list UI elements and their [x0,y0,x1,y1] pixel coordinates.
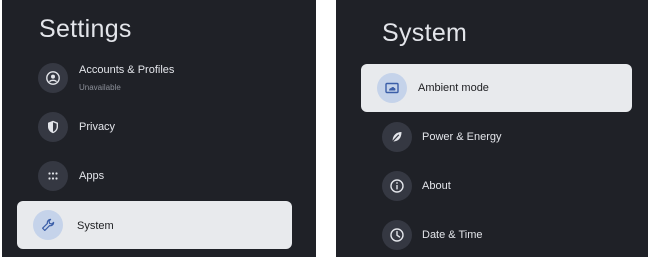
menu-item-about[interactable]: About [361,166,632,206]
menu-item-power-energy[interactable]: Power & Energy [361,117,632,157]
account-icon [38,63,68,93]
menu-item-accounts-profiles[interactable]: Accounts & Profiles Unavailable [22,55,292,101]
system-title: System [382,19,468,47]
leaf-icon [382,122,412,152]
wrench-icon [33,210,63,240]
about-label: About [422,180,451,192]
system-label: System [77,220,114,232]
menu-item-system[interactable]: System [17,201,292,249]
accounts-profiles-label: Accounts & Profiles [79,64,175,76]
ambient-mode-label: Ambient mode [418,82,489,94]
power-energy-label: Power & Energy [422,131,502,143]
shield-icon [38,112,68,142]
menu-item-date-time[interactable]: Date & Time [361,215,632,255]
ambient-mode-icon [377,73,407,103]
menu-item-apps[interactable]: Apps [22,156,292,196]
menu-item-privacy[interactable]: Privacy [22,107,292,147]
system-panel: System Ambient mode Power & Energy About… [336,0,648,257]
privacy-label: Privacy [79,121,116,133]
apps-label: Apps [79,170,105,182]
clock-icon [382,220,412,250]
settings-panel: Settings Accounts & Profiles Unavailable… [2,0,316,257]
date-time-label: Date & Time [422,229,483,241]
info-icon [382,171,412,201]
settings-title: Settings [39,15,132,43]
accounts-profiles-status: Unavailable [79,83,121,92]
menu-item-ambient-mode[interactable]: Ambient mode [361,64,632,112]
apps-grid-icon [38,161,68,191]
